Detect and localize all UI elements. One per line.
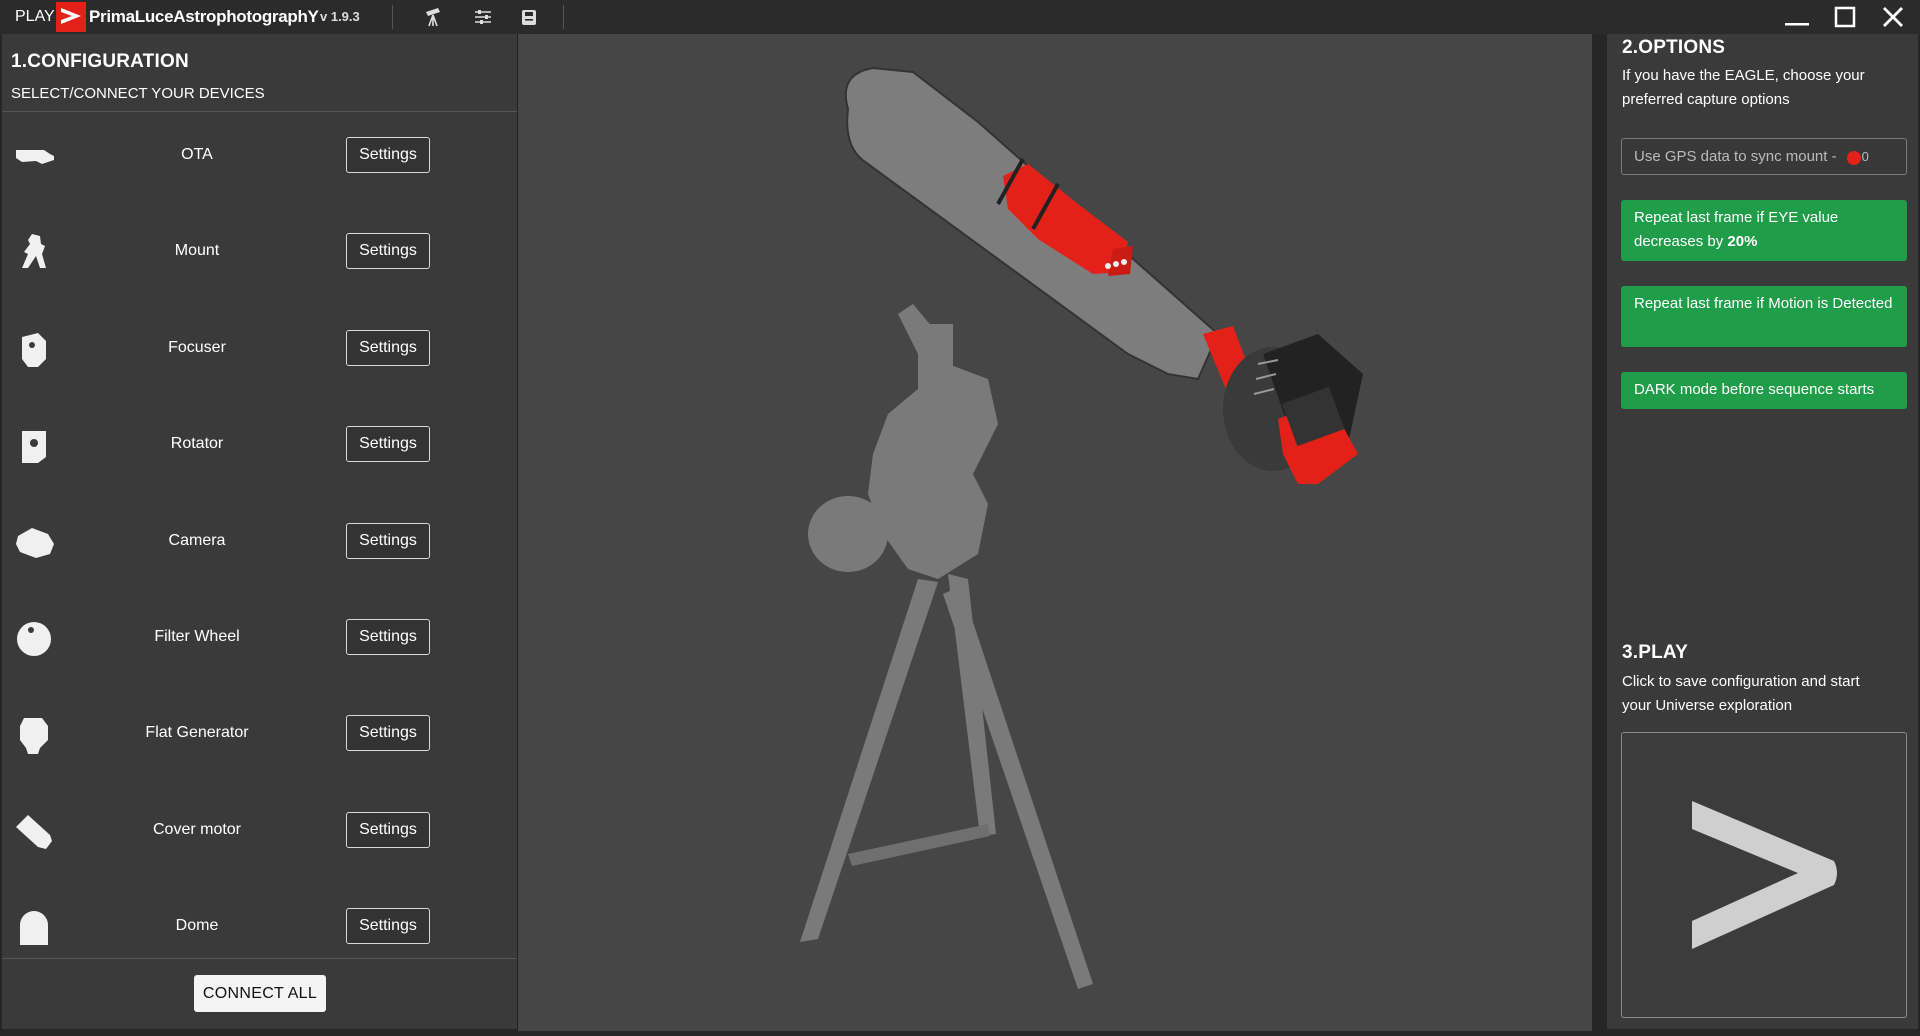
device-label: Camera (168, 532, 226, 549)
divider (392, 5, 393, 29)
gps-sync-label: Use GPS data to sync mount - (1634, 148, 1837, 165)
primaluce-logo-icon (56, 2, 86, 32)
dome-icon (20, 911, 48, 945)
telescope-icon[interactable] (420, 5, 446, 29)
play-arrow-icon (1692, 801, 1837, 949)
options-panel: 2.OPTIONS If you have the EAGLE, choose … (1607, 34, 1918, 1029)
options-title: 2.OPTIONS (1622, 37, 1726, 58)
device-label: OTA (181, 146, 213, 163)
device-row-ota: OTA Settings (2, 112, 517, 208)
repeat-motion-option-button[interactable]: Repeat last frame if Motion is Detected (1621, 286, 1907, 347)
play-label: PLAY (15, 8, 55, 25)
close-icon[interactable] (1875, 2, 1911, 32)
repeat-eye-option-button[interactable]: Repeat last frame if EYE value decreases… (1621, 200, 1907, 261)
connect-all-button[interactable]: CONNECT ALL (194, 975, 326, 1012)
camera-settings-button[interactable]: Settings (346, 523, 430, 559)
brand-name: PrimaLuceAstrophotographY (89, 7, 319, 26)
device-row-focuser: Focuser Settings (2, 305, 517, 401)
divider (2, 958, 517, 959)
ota-icon (16, 150, 54, 164)
device-row-dome: Dome Settings (2, 883, 517, 979)
device-label: Filter Wheel (154, 628, 240, 645)
option-label: DARK mode before sequence starts (1634, 381, 1875, 398)
minimize-icon[interactable] (1779, 2, 1815, 32)
device-row-cover-motor: Cover motor Settings (2, 787, 517, 883)
ota-settings-button[interactable]: Settings (346, 137, 430, 173)
gps-icon (1846, 150, 1861, 165)
dome-settings-button[interactable]: Settings (346, 908, 430, 944)
play-title: 3.PLAY (1622, 642, 1688, 663)
play-button[interactable] (1621, 732, 1907, 1018)
device-label: Dome (175, 917, 219, 934)
gps-sync-field[interactable]: Use GPS data to sync mount - 0 (1621, 138, 1907, 175)
device-label: Flat Generator (145, 724, 249, 741)
play-description: Click to save configuration and start yo… (1622, 673, 1860, 714)
focuser-icon (22, 333, 46, 367)
filter-wheel-settings-button[interactable]: Settings (346, 619, 430, 655)
flat-generator-settings-button[interactable]: Settings (346, 715, 430, 751)
focuser-settings-button[interactable]: Settings (346, 330, 430, 366)
option-label: Repeat last frame if Motion is Detected (1634, 295, 1893, 312)
version-label: v 1.9.3 (320, 9, 360, 24)
gps-count: 0 (1861, 149, 1869, 164)
cover-motor-settings-button[interactable]: Settings (346, 812, 430, 848)
device-row-rotator: Rotator Settings (2, 401, 517, 497)
configuration-title: 1.CONFIGURATION (11, 51, 189, 72)
flat-generator-icon (20, 718, 48, 754)
telescope-viewport[interactable] (518, 34, 1592, 1031)
options-description: If you have the EAGLE, choose your prefe… (1622, 67, 1865, 108)
mount-icon (22, 234, 46, 268)
configuration-subtitle: SELECT/CONNECT YOUR DEVICES (11, 85, 265, 102)
device-row-flat-generator: Flat Generator Settings (2, 690, 517, 786)
rotator-settings-button[interactable]: Settings (346, 426, 430, 462)
device-label: Mount (174, 242, 220, 259)
rotator-icon (22, 431, 46, 463)
telescope-model-illustration (800, 66, 1363, 989)
cover-motor-icon (16, 815, 52, 849)
sliders-icon[interactable] (470, 5, 496, 29)
configuration-panel: 1.CONFIGURATION SELECT/CONNECT YOUR DEVI… (2, 34, 518, 1029)
mount-settings-button[interactable]: Settings (346, 233, 430, 269)
camera-assembly (1203, 326, 1363, 484)
save-icon[interactable] (516, 5, 542, 29)
tripod-legs (800, 574, 1093, 989)
dark-mode-option-button[interactable]: DARK mode before sequence starts (1621, 372, 1907, 409)
divider (563, 5, 564, 29)
option-threshold: 20% (1727, 233, 1758, 250)
camera-icon (16, 528, 54, 558)
device-row-mount: Mount Settings (2, 208, 517, 304)
maximize-icon[interactable] (1827, 2, 1863, 32)
mount-body (808, 304, 998, 579)
device-row-camera: Camera Settings (2, 498, 517, 594)
device-label: Rotator (170, 435, 224, 452)
device-row-filter-wheel: Filter Wheel Settings (2, 594, 517, 690)
title-bar: PLAY PrimaLuceAstrophotographY v 1.9.3 (0, 0, 1920, 34)
device-label: Cover motor (152, 821, 242, 838)
device-label: Focuser (168, 339, 226, 356)
filter-wheel-icon (17, 622, 51, 656)
